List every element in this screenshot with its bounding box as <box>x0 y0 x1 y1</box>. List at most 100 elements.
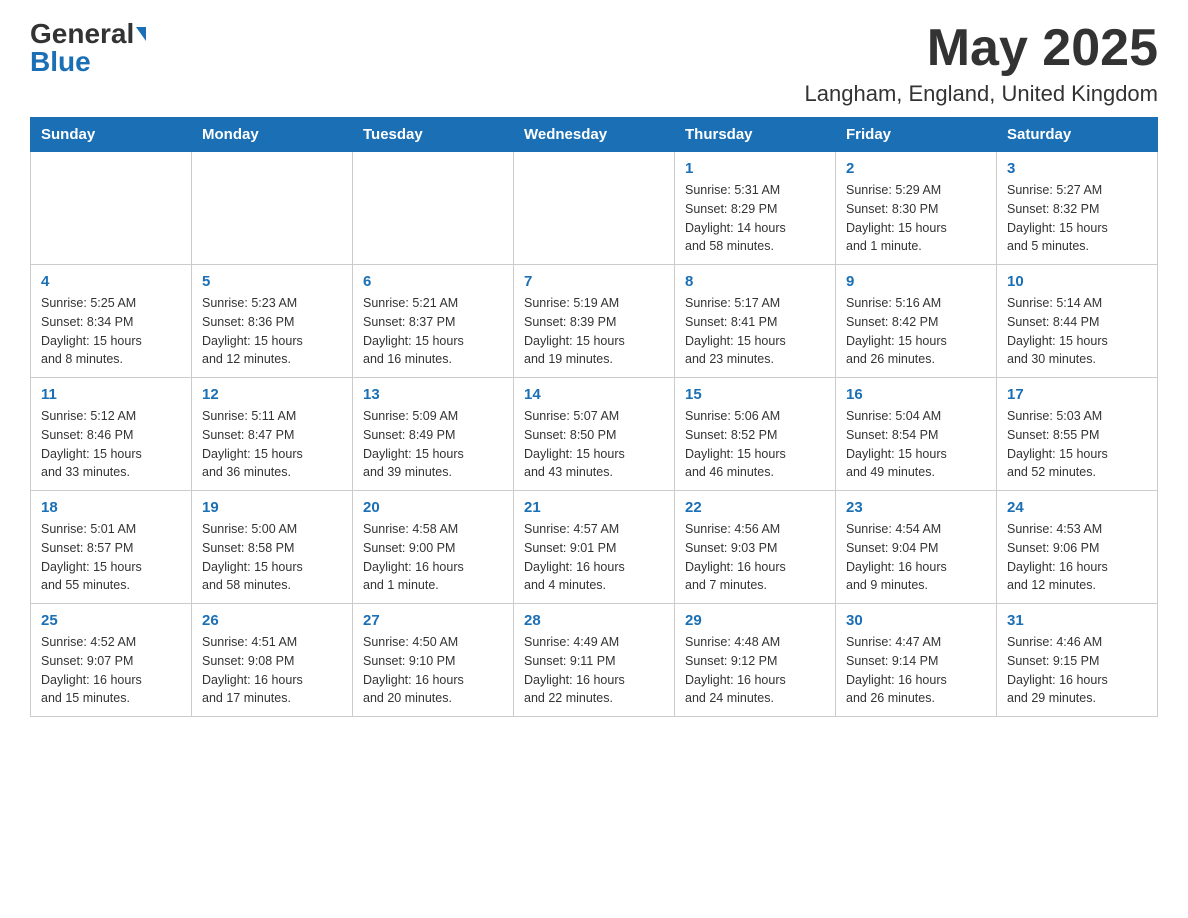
title-section: May 2025 Langham, England, United Kingdo… <box>805 20 1158 107</box>
calendar-cell: 13 Sunrise: 5:09 AMSunset: 8:49 PMDayligh… <box>353 378 514 491</box>
calendar-cell: 28 Sunrise: 4:49 AMSunset: 9:11 PMDayligh… <box>514 604 675 717</box>
day-info: Sunrise: 5:14 AMSunset: 8:44 PMDaylight:… <box>1007 294 1147 369</box>
day-number: 11 <box>41 386 181 403</box>
calendar-cell: 7 Sunrise: 5:19 AMSunset: 8:39 PMDaylight… <box>514 265 675 378</box>
day-info: Sunrise: 5:09 AMSunset: 8:49 PMDaylight:… <box>363 407 503 482</box>
day-info: Sunrise: 5:16 AMSunset: 8:42 PMDaylight:… <box>846 294 986 369</box>
day-number: 21 <box>524 499 664 516</box>
calendar-cell: 1 Sunrise: 5:31 AMSunset: 8:29 PMDaylight… <box>675 152 836 265</box>
day-info: Sunrise: 4:56 AMSunset: 9:03 PMDaylight:… <box>685 520 825 595</box>
day-info: Sunrise: 5:25 AMSunset: 8:34 PMDaylight:… <box>41 294 181 369</box>
calendar-cell: 6 Sunrise: 5:21 AMSunset: 8:37 PMDaylight… <box>353 265 514 378</box>
day-number: 6 <box>363 273 503 290</box>
weekday-header-saturday: Saturday <box>997 118 1158 152</box>
calendar-cell <box>514 152 675 265</box>
day-number: 30 <box>846 612 986 629</box>
day-number: 19 <box>202 499 342 516</box>
day-number: 14 <box>524 386 664 403</box>
day-number: 28 <box>524 612 664 629</box>
calendar-cell: 26 Sunrise: 4:51 AMSunset: 9:08 PMDayligh… <box>192 604 353 717</box>
calendar-cell: 5 Sunrise: 5:23 AMSunset: 8:36 PMDaylight… <box>192 265 353 378</box>
calendar-cell: 30 Sunrise: 4:47 AMSunset: 9:14 PMDayligh… <box>836 604 997 717</box>
header-row: SundayMondayTuesdayWednesdayThursdayFrid… <box>31 118 1158 152</box>
calendar-cell: 21 Sunrise: 4:57 AMSunset: 9:01 PMDayligh… <box>514 491 675 604</box>
weekday-header-sunday: Sunday <box>31 118 192 152</box>
day-number: 8 <box>685 273 825 290</box>
calendar-cell: 12 Sunrise: 5:11 AMSunset: 8:47 PMDayligh… <box>192 378 353 491</box>
week-row-2: 4 Sunrise: 5:25 AMSunset: 8:34 PMDaylight… <box>31 265 1158 378</box>
day-info: Sunrise: 5:27 AMSunset: 8:32 PMDaylight:… <box>1007 181 1147 256</box>
day-info: Sunrise: 5:03 AMSunset: 8:55 PMDaylight:… <box>1007 407 1147 482</box>
logo-general-text: General <box>30 20 134 48</box>
weekday-header-friday: Friday <box>836 118 997 152</box>
calendar-cell <box>353 152 514 265</box>
calendar-title: May 2025 <box>805 20 1158 77</box>
logo: General Blue <box>30 20 146 76</box>
day-info: Sunrise: 4:54 AMSunset: 9:04 PMDaylight:… <box>846 520 986 595</box>
day-info: Sunrise: 5:12 AMSunset: 8:46 PMDaylight:… <box>41 407 181 482</box>
weekday-header-wednesday: Wednesday <box>514 118 675 152</box>
day-number: 13 <box>363 386 503 403</box>
calendar-cell: 10 Sunrise: 5:14 AMSunset: 8:44 PMDayligh… <box>997 265 1158 378</box>
calendar-cell: 17 Sunrise: 5:03 AMSunset: 8:55 PMDayligh… <box>997 378 1158 491</box>
day-number: 29 <box>685 612 825 629</box>
day-info: Sunrise: 5:31 AMSunset: 8:29 PMDaylight:… <box>685 181 825 256</box>
day-info: Sunrise: 4:47 AMSunset: 9:14 PMDaylight:… <box>846 633 986 708</box>
day-number: 1 <box>685 160 825 177</box>
day-info: Sunrise: 4:49 AMSunset: 9:11 PMDaylight:… <box>524 633 664 708</box>
calendar-cell: 14 Sunrise: 5:07 AMSunset: 8:50 PMDayligh… <box>514 378 675 491</box>
day-number: 22 <box>685 499 825 516</box>
day-number: 16 <box>846 386 986 403</box>
day-number: 7 <box>524 273 664 290</box>
calendar-cell: 25 Sunrise: 4:52 AMSunset: 9:07 PMDayligh… <box>31 604 192 717</box>
day-number: 4 <box>41 273 181 290</box>
day-number: 18 <box>41 499 181 516</box>
day-number: 5 <box>202 273 342 290</box>
day-info: Sunrise: 4:46 AMSunset: 9:15 PMDaylight:… <box>1007 633 1147 708</box>
day-info: Sunrise: 5:00 AMSunset: 8:58 PMDaylight:… <box>202 520 342 595</box>
day-number: 20 <box>363 499 503 516</box>
day-info: Sunrise: 5:11 AMSunset: 8:47 PMDaylight:… <box>202 407 342 482</box>
day-number: 10 <box>1007 273 1147 290</box>
day-info: Sunrise: 5:06 AMSunset: 8:52 PMDaylight:… <box>685 407 825 482</box>
calendar-cell: 27 Sunrise: 4:50 AMSunset: 9:10 PMDayligh… <box>353 604 514 717</box>
week-row-1: 1 Sunrise: 5:31 AMSunset: 8:29 PMDaylight… <box>31 152 1158 265</box>
calendar-cell <box>192 152 353 265</box>
day-info: Sunrise: 5:17 AMSunset: 8:41 PMDaylight:… <box>685 294 825 369</box>
day-number: 24 <box>1007 499 1147 516</box>
weekday-header-thursday: Thursday <box>675 118 836 152</box>
day-info: Sunrise: 5:19 AMSunset: 8:39 PMDaylight:… <box>524 294 664 369</box>
day-number: 26 <box>202 612 342 629</box>
day-number: 25 <box>41 612 181 629</box>
day-info: Sunrise: 4:51 AMSunset: 9:08 PMDaylight:… <box>202 633 342 708</box>
day-number: 27 <box>363 612 503 629</box>
calendar-cell: 19 Sunrise: 5:00 AMSunset: 8:58 PMDayligh… <box>192 491 353 604</box>
day-info: Sunrise: 5:07 AMSunset: 8:50 PMDaylight:… <box>524 407 664 482</box>
day-info: Sunrise: 4:50 AMSunset: 9:10 PMDaylight:… <box>363 633 503 708</box>
calendar-cell: 24 Sunrise: 4:53 AMSunset: 9:06 PMDayligh… <box>997 491 1158 604</box>
calendar-cell: 11 Sunrise: 5:12 AMSunset: 8:46 PMDayligh… <box>31 378 192 491</box>
calendar-table: SundayMondayTuesdayWednesdayThursdayFrid… <box>30 117 1158 717</box>
day-info: Sunrise: 4:53 AMSunset: 9:06 PMDaylight:… <box>1007 520 1147 595</box>
calendar-cell: 16Sunrise: 5:04 AMSunset: 8:54 PMDayligh… <box>836 378 997 491</box>
location-subtitle: Langham, England, United Kingdom <box>805 81 1158 107</box>
page-header: General Blue May 2025 Langham, England, … <box>30 20 1158 107</box>
day-number: 12 <box>202 386 342 403</box>
day-info: Sunrise: 4:57 AMSunset: 9:01 PMDaylight:… <box>524 520 664 595</box>
day-info: Sunrise: 4:48 AMSunset: 9:12 PMDaylight:… <box>685 633 825 708</box>
day-number: 31 <box>1007 612 1147 629</box>
weekday-header-tuesday: Tuesday <box>353 118 514 152</box>
calendar-cell: 2Sunrise: 5:29 AMSunset: 8:30 PMDaylight… <box>836 152 997 265</box>
day-number: 3 <box>1007 160 1147 177</box>
day-info: Sunrise: 5:21 AMSunset: 8:37 PMDaylight:… <box>363 294 503 369</box>
day-number: 9 <box>846 273 986 290</box>
calendar-cell: 29 Sunrise: 4:48 AMSunset: 9:12 PMDayligh… <box>675 604 836 717</box>
day-number: 17 <box>1007 386 1147 403</box>
calendar-cell: 31 Sunrise: 4:46 AMSunset: 9:15 PMDayligh… <box>997 604 1158 717</box>
day-info: Sunrise: 4:52 AMSunset: 9:07 PMDaylight:… <box>41 633 181 708</box>
week-row-5: 25 Sunrise: 4:52 AMSunset: 9:07 PMDayligh… <box>31 604 1158 717</box>
day-info: Sunrise: 5:29 AMSunset: 8:30 PMDaylight:… <box>846 181 986 256</box>
week-row-3: 11 Sunrise: 5:12 AMSunset: 8:46 PMDayligh… <box>31 378 1158 491</box>
day-info: Sunrise: 5:23 AMSunset: 8:36 PMDaylight:… <box>202 294 342 369</box>
calendar-cell: 15Sunrise: 5:06 AMSunset: 8:52 PMDayligh… <box>675 378 836 491</box>
